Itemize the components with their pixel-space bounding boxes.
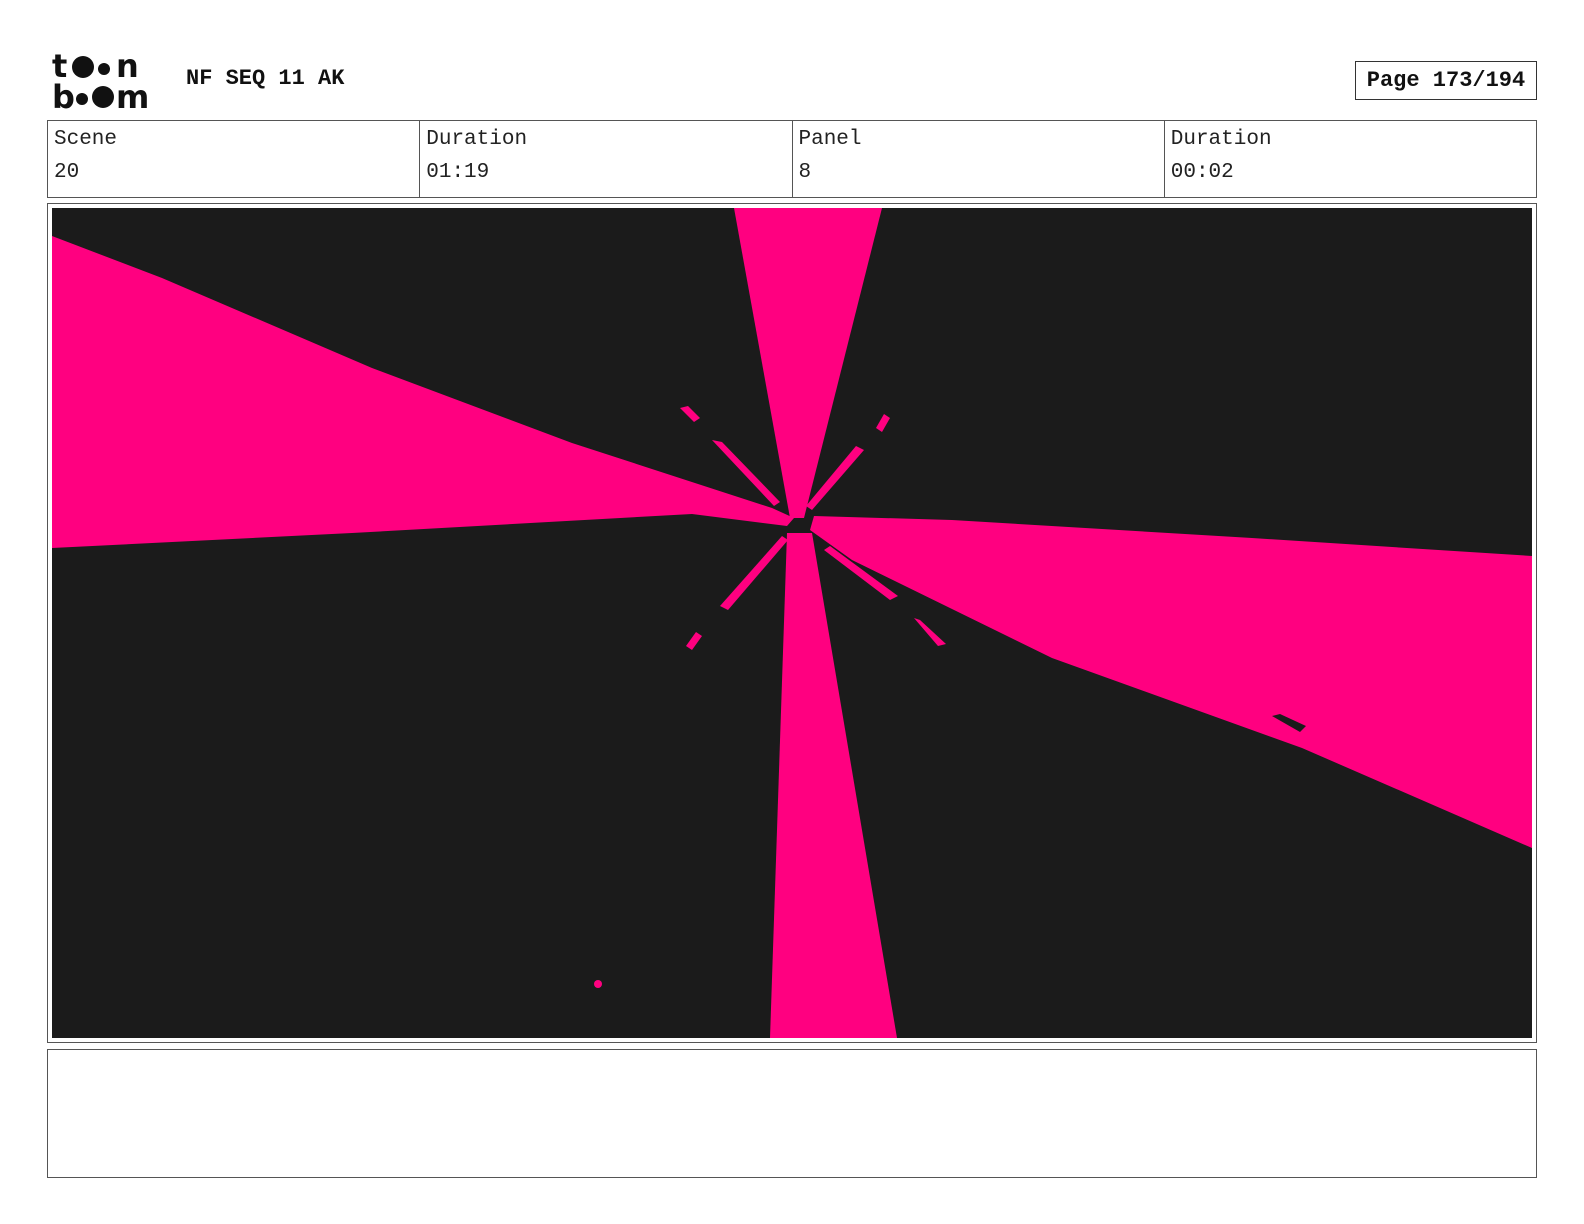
logo-m: m [116,78,149,112]
panel-duration-cell: Duration 00:02 [1165,121,1536,197]
panel-label: Panel [798,128,862,151]
toon-boom-logo: t n b m [52,47,164,116]
scene-duration-value: 01:19 [426,161,490,184]
panel-info-row: Scene 20 Duration 01:19 Panel 8 Duration… [47,120,1537,198]
scene-value: 20 [54,161,80,184]
panel-value: 8 [798,161,812,184]
scene-label: Scene [54,128,118,151]
panel-notes-box [47,1049,1537,1178]
toon-boom-logo-mark: t n b m [52,47,149,116]
logo-b: b [52,78,75,112]
sequence-title: NF SEQ 11 AK [186,66,345,91]
speed-rays-drawing [52,208,1532,1038]
pink-dot [594,980,602,988]
panel-cell: Panel 8 [793,121,1165,197]
page-indicator: Page 173/194 [1355,61,1537,100]
panel-duration-label: Duration [1170,128,1272,151]
storyboard-panel-image [52,208,1532,1038]
panel-duration-value: 00:02 [1170,161,1234,184]
scene-cell: Scene 20 [48,121,421,197]
scene-duration-label: Duration [426,128,528,151]
scene-duration-cell: Duration 01:19 [420,121,793,197]
